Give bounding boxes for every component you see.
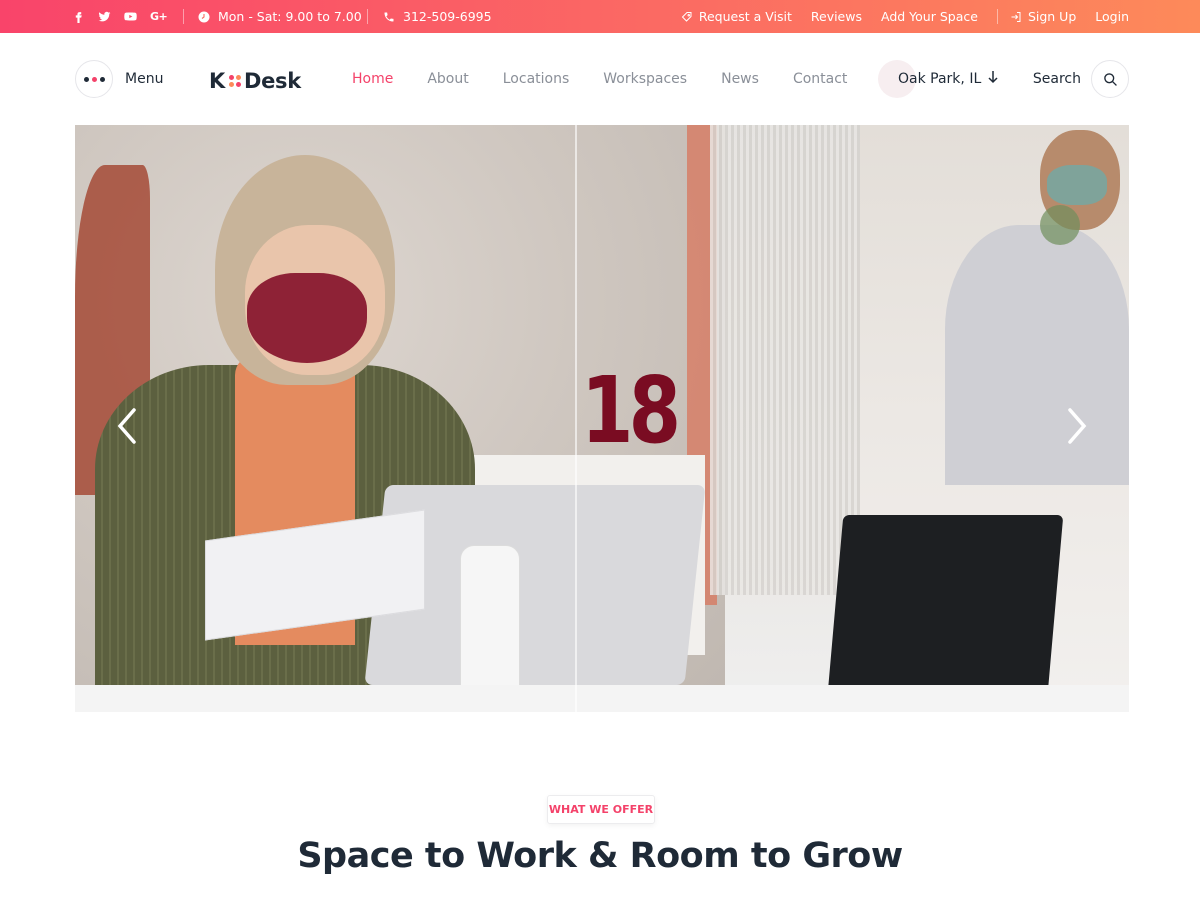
photo-detail — [1040, 205, 1080, 245]
top-bar: G+ Mon - Sat: 9.00 to 7.00 312-509-6995 … — [0, 0, 1200, 33]
chevron-right-icon — [1064, 406, 1090, 450]
phone-number[interactable]: 312-509-6995 — [403, 9, 492, 24]
divider — [367, 9, 368, 24]
photo-detail — [710, 125, 860, 595]
hero-slider: 18 — [75, 125, 1129, 712]
menu-dot — [83, 76, 89, 82]
menu-dot — [91, 76, 97, 82]
phone-info: 312-509-6995 — [383, 0, 492, 33]
social-links: G+ — [72, 0, 168, 33]
nav-news[interactable]: News — [721, 71, 759, 87]
location-value: Oak Park, IL — [898, 70, 998, 88]
photo-detail — [247, 273, 367, 363]
clock-icon — [198, 11, 210, 23]
main-nav: Home About Locations Workspaces News Con… — [352, 71, 881, 87]
menu-label: Menu — [125, 71, 164, 87]
slider-next-button[interactable] — [1062, 407, 1092, 449]
search-control[interactable]: Search — [1033, 60, 1129, 98]
search-icon[interactable] — [1091, 60, 1129, 98]
phone-icon — [383, 11, 395, 23]
site-header: Menu K Desk Home About Locations Workspa… — [0, 33, 1200, 125]
location-selector[interactable]: Oak Park, IL — [878, 60, 998, 98]
top-links: Request a Visit Reviews Add Your Space S… — [681, 0, 1129, 33]
request-visit-link[interactable]: Request a Visit — [681, 9, 792, 24]
twitter-icon[interactable] — [98, 10, 111, 23]
photo-detail — [945, 225, 1129, 485]
request-visit-label: Request a Visit — [698, 9, 792, 24]
photo-detail — [1047, 165, 1107, 205]
photo-detail — [826, 515, 1064, 705]
login-link[interactable]: Login — [1095, 9, 1129, 24]
facebook-icon[interactable] — [72, 10, 85, 23]
slider-prev-button[interactable] — [112, 407, 142, 449]
hours-info: Mon - Sat: 9.00 to 7.00 — [198, 0, 362, 33]
photo-detail — [575, 125, 577, 712]
nav-home[interactable]: Home — [352, 71, 393, 87]
nav-contact[interactable]: Contact — [793, 71, 847, 87]
logo-text-left: K — [209, 69, 225, 93]
google-plus-icon[interactable]: G+ — [150, 10, 168, 23]
youtube-icon[interactable] — [124, 10, 137, 23]
photo-detail — [460, 545, 520, 705]
sign-up-label: Sign Up — [1027, 9, 1077, 24]
divider — [183, 9, 184, 24]
photo-detail — [75, 685, 1129, 712]
section-title: Space to Work & Room to Grow — [297, 836, 903, 876]
divider — [996, 9, 998, 24]
reviews-link[interactable]: Reviews — [811, 9, 862, 24]
nav-about[interactable]: About — [427, 71, 468, 87]
logo-mark-icon — [228, 75, 241, 87]
tag-icon — [681, 11, 693, 23]
site-logo[interactable]: K Desk — [209, 69, 301, 93]
nav-workspaces[interactable]: Workspaces — [603, 71, 687, 87]
logo-text-right: Desk — [243, 69, 301, 93]
add-space-link[interactable]: Add Your Space — [881, 9, 978, 24]
sign-in-icon — [1010, 11, 1022, 23]
section-badge: WHAT WE OFFER — [547, 795, 655, 824]
search-label: Search — [1032, 71, 1081, 87]
menu-button[interactable]: Menu — [75, 60, 163, 98]
arrow-down-icon — [988, 70, 998, 88]
menu-dot — [99, 76, 105, 82]
chevron-left-icon — [114, 406, 140, 450]
hours-text: Mon - Sat: 9.00 to 7.00 — [218, 9, 362, 24]
sign-up-link[interactable]: Sign Up — [1010, 9, 1076, 24]
slide-counter: 18 — [581, 357, 681, 464]
location-label: Oak Park, IL — [898, 71, 982, 87]
menu-dots-icon[interactable] — [75, 60, 113, 98]
nav-locations[interactable]: Locations — [503, 71, 570, 87]
